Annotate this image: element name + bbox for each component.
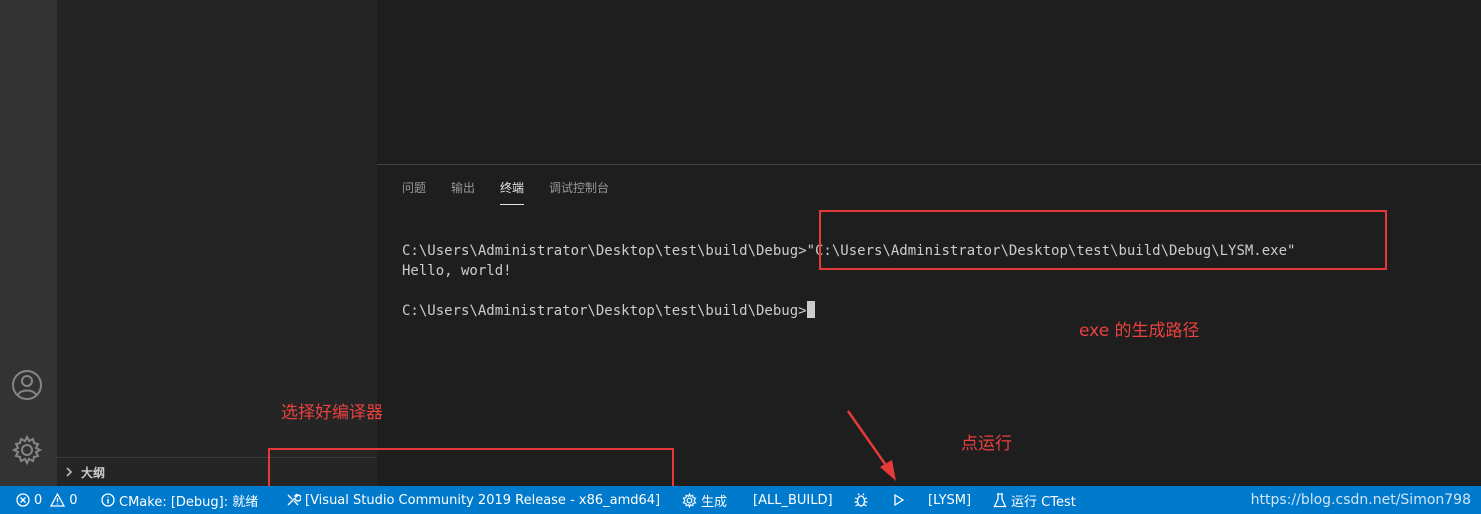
- beaker-icon: [993, 492, 1007, 507]
- terminal-prompt: C:\Users\Administrator\Desktop\test\buil…: [402, 303, 807, 319]
- click-run-annotation: 点运行: [961, 434, 1012, 454]
- cmake-status[interactable]: CMake: [Debug]: 就绪: [101, 486, 258, 514]
- gear-icon[interactable]: [10, 433, 44, 467]
- terminal-prompt: C:\Users\Administrator\Desktop\test\buil…: [402, 243, 807, 259]
- error-count: 0: [34, 492, 43, 508]
- warning-count: 0: [69, 492, 78, 508]
- tab-terminal[interactable]: 终端: [500, 179, 525, 205]
- chevron-right-icon: [63, 466, 75, 478]
- tab-output[interactable]: 输出: [451, 179, 475, 205]
- terminal-cursor: [806, 301, 815, 318]
- problems-status[interactable]: 0 0: [16, 486, 78, 514]
- watermark: https://blog.csdn.net/Simon798: [1250, 492, 1471, 508]
- ctest-button[interactable]: 运行 CTest: [993, 486, 1076, 514]
- warning-icon: [50, 493, 66, 507]
- launch-target-selector[interactable]: [LYSM]: [928, 486, 971, 514]
- outline-label: 大纲: [81, 465, 106, 480]
- account-icon[interactable]: [10, 368, 44, 402]
- editor-area: [377, 0, 1481, 164]
- arrow-icon: [846, 410, 896, 481]
- run-button[interactable]: [892, 486, 910, 514]
- gear-icon: [682, 492, 697, 508]
- terminal-output-line: Hello, world!: [402, 263, 512, 279]
- build-button[interactable]: 生成: [682, 486, 727, 514]
- tab-debug-console[interactable]: 调试控制台: [549, 179, 609, 205]
- error-icon: [16, 493, 30, 507]
- kit-selector[interactable]: [Visual Studio Community 2019 Release - …: [285, 486, 660, 514]
- info-icon: [101, 493, 115, 507]
- tools-icon: [287, 493, 301, 506]
- build-target-selector[interactable]: [ALL_BUILD]: [753, 486, 833, 514]
- activity-bar: [0, 0, 57, 486]
- tab-problems[interactable]: 问题: [402, 179, 426, 205]
- play-icon: [894, 493, 905, 507]
- exe-path-annotation: exe 的生成路径: [1079, 321, 1200, 341]
- exe-path-highlight-box: [819, 210, 1387, 270]
- panel-tabs: 问题 输出 终端 调试控制台: [402, 179, 634, 205]
- choose-compiler-annotation: 选择好编译器: [281, 403, 383, 423]
- bug-icon: [854, 493, 868, 507]
- debug-button[interactable]: [853, 486, 873, 514]
- status-bar: 0 0 CMake: [Debug]: 就绪 [Visual Studio Co…: [0, 486, 1481, 514]
